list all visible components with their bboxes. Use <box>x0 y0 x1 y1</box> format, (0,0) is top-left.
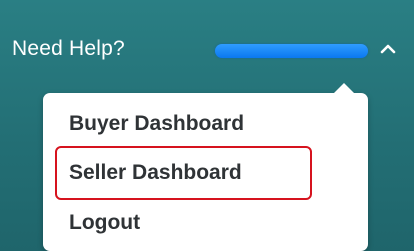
user-menu-toggle[interactable] <box>215 36 400 62</box>
redacted-user-name <box>215 44 368 58</box>
menu-item-buyer-dashboard[interactable]: Buyer Dashboard <box>69 111 244 137</box>
dropdown-caret <box>333 83 355 94</box>
top-bar: Need Help? <box>0 0 414 95</box>
chevron-up-icon <box>380 44 396 54</box>
need-help-link[interactable]: Need Help? <box>12 36 125 62</box>
menu-item-logout[interactable]: Logout <box>69 210 140 236</box>
user-dropdown-menu: Buyer Dashboard Seller Dashboard Logout <box>43 83 368 251</box>
menu-item-seller-dashboard[interactable]: Seller Dashboard <box>69 160 242 186</box>
